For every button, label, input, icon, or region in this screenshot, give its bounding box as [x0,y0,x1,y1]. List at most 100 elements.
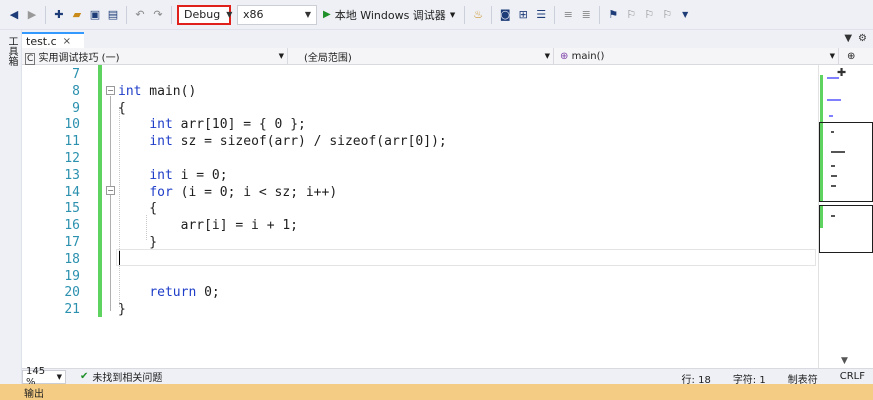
line-number: 18 [64,251,80,267]
new-project-icon[interactable]: ✚ [51,7,67,23]
code-text: 0; [196,285,220,301]
outdent-icon[interactable]: ≣ [578,7,594,23]
map-code-line [827,99,841,101]
hot-reload-icon[interactable]: ♨ [470,7,486,23]
line-number: 11 [64,134,80,150]
bookmark-clear-icon[interactable]: ⚐ [659,7,675,23]
line-number-gutter: 7 8 9 10 11 12 13 14 15 16 17 18 19 20 21 [22,65,80,368]
outline-line [110,96,111,311]
back-icon[interactable]: ◀ [6,7,22,23]
code-line: } [118,235,158,250]
project-dropdown[interactable]: C 实用调试技巧 (一) ▼ [22,48,288,65]
tab-list-dropdown-icon[interactable]: ▼ [844,33,852,44]
play-icon: ▶ [323,9,331,20]
map-code-line [831,165,835,167]
code-keyword: int [149,134,173,150]
code-keyword: int [149,167,173,183]
member-dropdown[interactable]: ⊕ main() ▼ [554,48,839,64]
line-number: 21 [64,302,80,318]
output-panel-tab[interactable]: 输出 [0,384,873,400]
tab-row-controls: ▼ ⚙ [844,33,867,44]
project-suffix: (一) [101,52,120,64]
main-toolbar: ◀ ▶ ✚ ▰ ▣ ▤ ↶ ↷ Debug ▼ x86 ▼ ▶ 本地 Windo… [0,0,873,30]
toolbar-overflow-icon[interactable]: ▼ [677,7,693,23]
code-editor[interactable]: 7 8 9 10 11 12 13 14 15 16 17 18 19 20 21 − − int main… [22,65,818,368]
toolbar-divider [491,5,493,24]
line-number: 9 [72,100,80,116]
document-tab-row: test.c × ▼ ⚙ [22,30,873,48]
save-icon[interactable]: ▣ [87,7,103,23]
bookmark-next-icon[interactable]: ⚐ [641,7,657,23]
start-debugging-button[interactable]: ▶ 本地 Windows 调试器 ▼ [319,5,459,25]
line-number: 19 [64,268,80,284]
line-number: 7 [72,67,80,82]
chevron-down-icon: ▼ [278,52,284,60]
function-icon: ⊕ [560,50,569,62]
map-change-marker [820,123,823,201]
platform-dropdown[interactable]: x86 ▼ [237,4,317,25]
redo-icon[interactable]: ↷ [150,7,166,23]
collapse-icon[interactable]: − [106,186,115,195]
scroll-down-icon[interactable]: ▼ [841,356,848,366]
tab-test-c[interactable]: test.c × [22,32,84,48]
map-viewport-box[interactable] [819,205,873,253]
map-change-marker [820,206,823,228]
issues-status[interactable]: 未找到相关问题 [92,369,162,384]
code-line: int i = 0; [118,167,227,184]
undo-icon[interactable]: ↶ [132,7,148,23]
chevron-down-icon: ▼ [226,10,233,19]
settings-gear-icon[interactable]: ⚙ [858,33,867,44]
start-debugging-label: 本地 Windows 调试器 [334,8,446,22]
c-file-icon: C [25,52,36,65]
toolbox-tab[interactable]: 工具箱 [4,36,19,66]
code-line: { [118,100,126,116]
code-keyword: int [149,117,173,133]
line-number: 15 [64,201,80,217]
code-line: int arr[10] = { 0 }; [118,116,306,133]
chevron-down-icon: ▼ [56,372,62,381]
code-line: for (i = 0; i < sz; i++) [118,184,337,201]
save-all-icon[interactable]: ▤ [105,7,121,23]
bookmark-prev-icon[interactable]: ⚐ [623,7,639,23]
bookmark-icon[interactable]: ⚑ [605,7,621,23]
line-number: 14 [64,184,80,200]
line-number: 12 [64,151,80,166]
code-line: int sz = sizeof(arr) / sizeof(arr[0]); [118,133,446,150]
toolbar-divider [45,5,46,24]
collapse-icon[interactable]: − [106,86,115,95]
forward-icon[interactable]: ▶ [24,7,40,23]
code-line: int main() [118,83,196,100]
open-icon[interactable]: ▰ [69,7,85,23]
solution-config-dropdown[interactable]: Debug ▼ [177,4,233,25]
chevron-down-icon: ▼ [449,10,456,19]
code-text: arr[10] = { 0 }; [172,117,306,133]
map-code-line [829,115,833,117]
line-number: 20 [64,285,80,301]
code-line: } [118,302,126,318]
zoom-dropdown[interactable]: 145 % ▼ [22,366,66,388]
indent-icon[interactable]: ≡ [560,7,576,23]
scope-dropdown[interactable]: (全局范围) ▼ [288,48,554,64]
navigation-bar: C 实用调试技巧 (一) ▼ (全局范围) ▼ ⊕ main() ▼ ⊕ [22,48,873,65]
map-viewport-box[interactable] [819,122,873,202]
code-line: arr[i] = i + 1; [118,218,299,234]
scope-value: (全局范围) [304,52,352,64]
split-view-icon[interactable]: ⊕ [847,51,855,62]
step-icon[interactable]: ⊞ [515,7,531,23]
toolbox-strip: 工具箱 [0,30,22,384]
map-code-line [831,151,845,153]
screenshot-icon[interactable]: ◙ [497,7,513,23]
check-circle-icon: ✔ [80,371,89,382]
chevron-down-icon: ▼ [304,10,311,19]
comment-icon[interactable]: ☰ [533,7,549,23]
editor-status-bar: 145 % ▼ ✔ 未找到相关问题 行: 18 字符: 1 制表符 CRLF [22,366,873,388]
close-icon[interactable]: × [63,36,71,47]
code-line: return 0; [118,284,220,301]
toolbar-divider [554,5,556,24]
map-code-line [831,175,837,177]
vertical-scrollbar-map[interactable]: ✚ ▼ [818,65,873,368]
code-keyword: int [118,83,142,99]
